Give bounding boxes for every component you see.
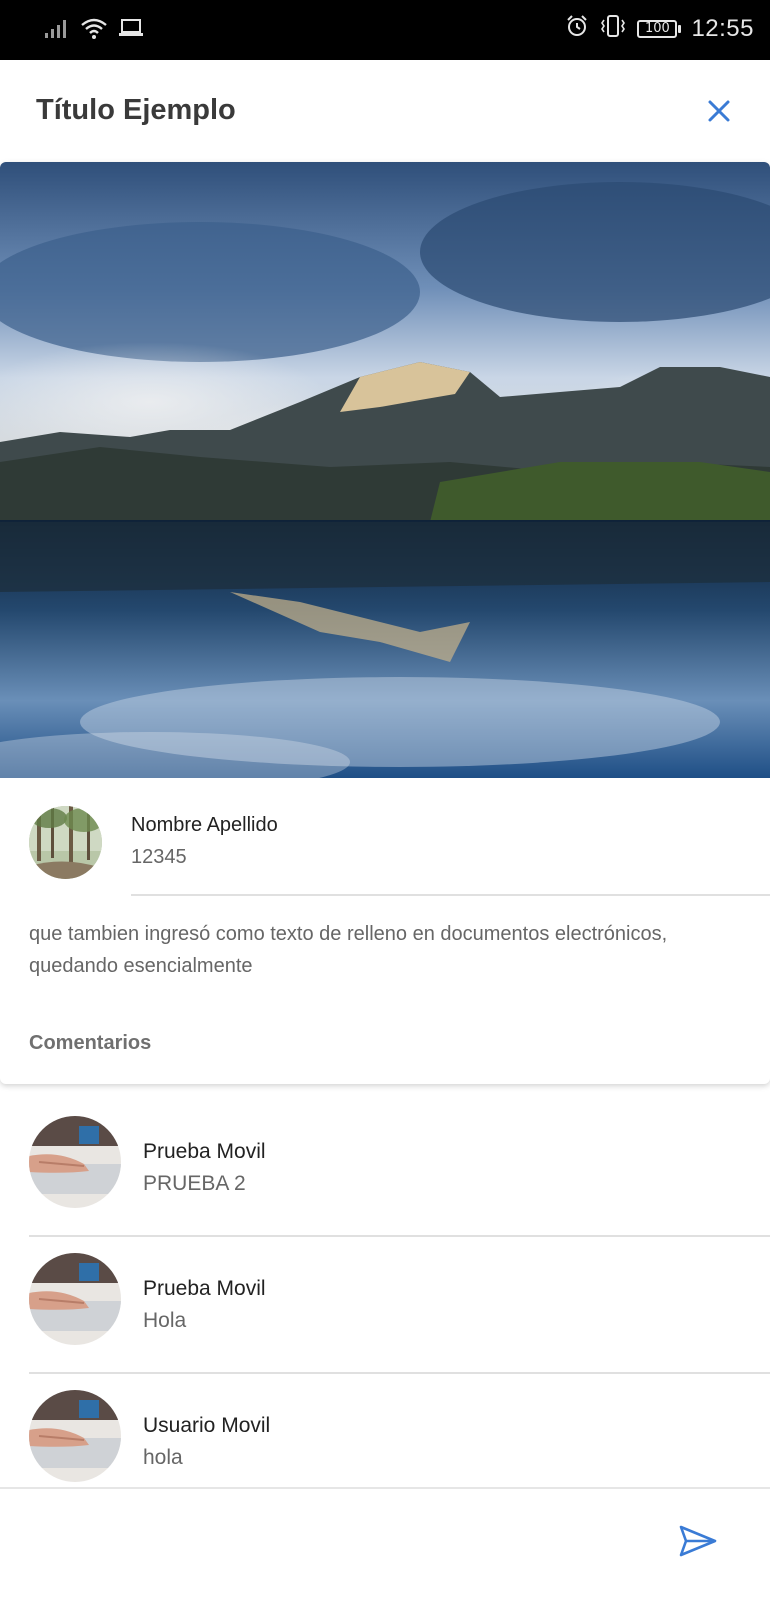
status-bar: 100 12:55: [0, 0, 770, 60]
battery-level: 100: [637, 19, 678, 38]
send-icon: [679, 1525, 717, 1557]
comment-avatar: [29, 1390, 121, 1482]
vibrate-icon: [599, 14, 627, 43]
comment-item[interactable]: Prueba Movil Hola: [0, 1237, 770, 1374]
divider: [131, 894, 770, 896]
close-button[interactable]: [698, 90, 740, 132]
post-card: Nombre Apellido 12345 que tambien ingres…: [0, 162, 770, 1084]
author-name: Nombre Apellido: [131, 814, 278, 836]
comments-heading: Comentarios: [29, 1032, 152, 1054]
comment-composer: [0, 1487, 770, 1600]
battery-icon: 100: [637, 19, 682, 38]
status-right-icons: 100 12:55: [565, 14, 754, 43]
page-title: Título Ejemplo: [36, 94, 236, 126]
comment-text: PRUEBA 2: [143, 1172, 246, 1195]
send-button[interactable]: [676, 1519, 720, 1563]
app-bar: Título Ejemplo: [0, 60, 770, 162]
author-id: 12345: [131, 846, 187, 868]
comment-avatar: [29, 1253, 121, 1345]
comment-text: Hola: [143, 1309, 187, 1332]
comment-author: Usuario Movil: [143, 1414, 271, 1437]
alarm-icon: [565, 14, 589, 43]
comment-avatar: [29, 1116, 121, 1208]
status-time: 12:55: [691, 14, 754, 42]
comment-item[interactable]: Prueba Movil PRUEBA 2: [0, 1100, 770, 1237]
author-avatar: [29, 806, 102, 879]
comment-text: hola: [143, 1446, 183, 1469]
post-body-text: que tambien ingresó como texto de rellen…: [29, 923, 668, 977]
comment-author: Prueba Movil: [143, 1140, 266, 1163]
signal-icon: [44, 17, 70, 44]
close-icon: [708, 100, 730, 122]
wifi-icon: [80, 16, 108, 45]
status-left-icons: [44, 16, 144, 45]
author-row: Nombre Apellido 12345: [0, 778, 770, 898]
laptop-icon: [118, 17, 144, 44]
comment-author: Prueba Movil: [143, 1277, 266, 1300]
comment-input[interactable]: [28, 1511, 638, 1571]
hero-image: [0, 162, 770, 778]
